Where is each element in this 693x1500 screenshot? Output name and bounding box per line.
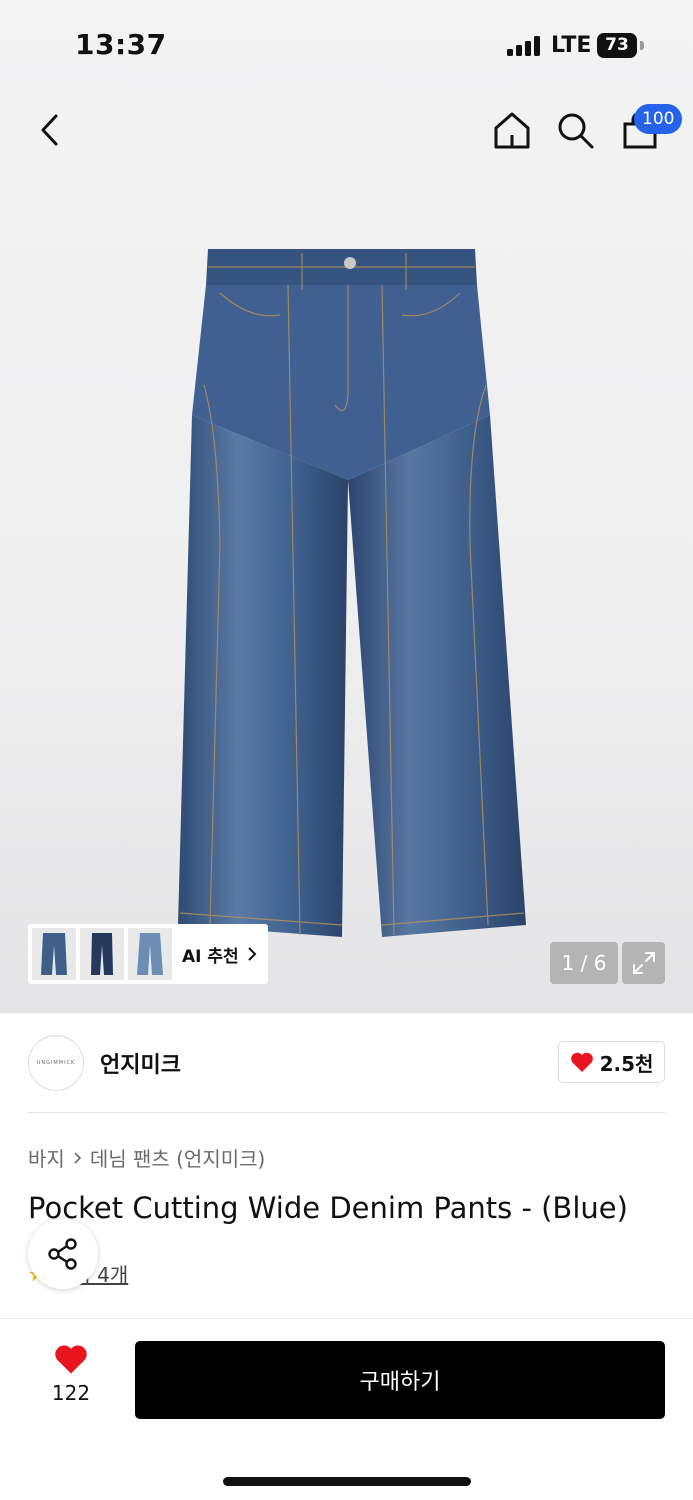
ai-recommend-strip[interactable]: AI 추천 bbox=[28, 924, 268, 984]
cart-count-badge[interactable]: 100 bbox=[634, 104, 683, 134]
brand-like-count: 2.5천 bbox=[599, 1051, 654, 1076]
chevron-right-icon bbox=[73, 1146, 82, 1170]
signal-icon bbox=[507, 36, 543, 56]
divider bbox=[28, 1112, 665, 1113]
ai-recommend-label: AI 추천 bbox=[182, 946, 239, 967]
status-time: 13:37 bbox=[75, 28, 167, 61]
image-pager: 1 / 6 bbox=[550, 942, 618, 984]
ai-recommend-link[interactable]: AI 추천 bbox=[182, 942, 257, 967]
top-nav bbox=[0, 100, 693, 160]
product-image[interactable] bbox=[170, 245, 532, 945]
product-gallery[interactable]: 13:37 LTE 73 100 AI 추천 1 / 6 bbox=[0, 0, 693, 1013]
heart-icon bbox=[570, 1052, 593, 1072]
brand-logo[interactable]: UNGIMMICK bbox=[28, 1035, 84, 1091]
ai-thumb[interactable] bbox=[32, 928, 76, 980]
breadcrumb-category[interactable]: 바지 bbox=[28, 1143, 65, 1172]
ai-thumb[interactable] bbox=[128, 928, 172, 980]
status-bar: 13:37 LTE 73 bbox=[0, 0, 693, 90]
breadcrumb-subcategory[interactable]: 데님 팬츠 (언지미크) bbox=[90, 1143, 266, 1172]
wishlist-count: 122 bbox=[51, 1381, 91, 1405]
breadcrumb: 바지 데님 팬츠 (언지미크) bbox=[28, 1143, 265, 1172]
brand-like-button[interactable]: 2.5천 bbox=[558, 1041, 665, 1083]
home-indicator bbox=[223, 1477, 471, 1486]
share-icon bbox=[48, 1238, 77, 1270]
battery-icon: 73 bbox=[597, 33, 644, 58]
brand-row[interactable]: UNGIMMICK 언지미크 2.5천 bbox=[28, 1033, 665, 1093]
bottom-action-bar: 122 구매하기 bbox=[0, 1318, 693, 1500]
wishlist-button[interactable]: 122 bbox=[36, 1343, 106, 1413]
home-icon[interactable] bbox=[490, 106, 534, 154]
expand-icon[interactable] bbox=[622, 942, 665, 984]
share-button[interactable] bbox=[28, 1219, 98, 1289]
search-icon[interactable] bbox=[553, 106, 597, 154]
back-icon[interactable] bbox=[28, 106, 72, 154]
ai-thumb[interactable] bbox=[80, 928, 124, 980]
network-label: LTE bbox=[551, 33, 592, 58]
brand-name[interactable]: 언지미크 bbox=[100, 1047, 181, 1079]
buy-button[interactable]: 구매하기 bbox=[135, 1341, 665, 1419]
battery-level: 73 bbox=[597, 33, 637, 58]
heart-icon bbox=[55, 1345, 87, 1374]
chevron-right-icon bbox=[247, 947, 257, 961]
product-title: Pocket Cutting Wide Denim Pants - (Blue) bbox=[28, 1191, 628, 1225]
